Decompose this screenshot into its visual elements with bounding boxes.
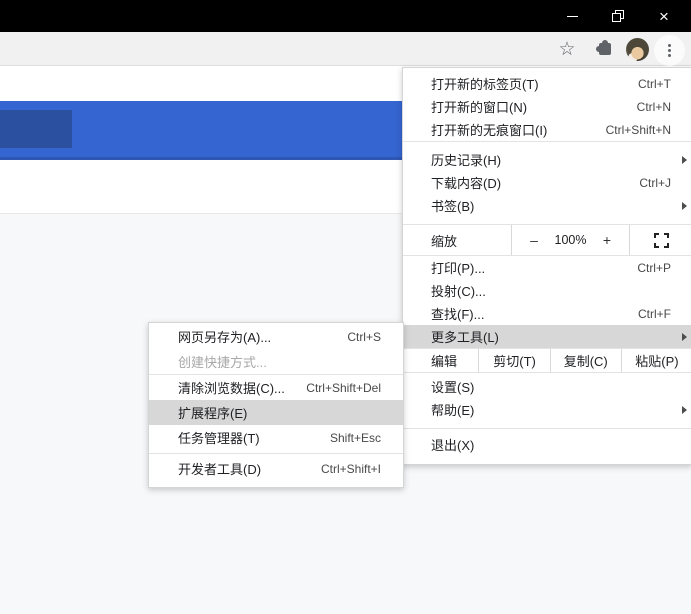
menu-item-label: 下载内容(D) bbox=[431, 176, 502, 191]
zoom-in-button[interactable]: + bbox=[599, 232, 615, 248]
menu-item-label: 打开新的标签页(T) bbox=[431, 77, 539, 92]
window-titlebar: × bbox=[0, 0, 691, 32]
fullscreen-icon bbox=[653, 232, 669, 248]
menu-item-print[interactable]: 打印(P)... Ctrl+P bbox=[403, 256, 691, 279]
menu-item-label: 退出(X) bbox=[431, 438, 475, 453]
menu-item-cast[interactable]: 投射(C)... bbox=[403, 279, 691, 302]
submenu-item-task-manager[interactable]: 任务管理器(T) Shift+Esc bbox=[149, 425, 403, 450]
menu-zoom-row: 缩放 – 100% + bbox=[403, 225, 691, 256]
close-icon: × bbox=[659, 6, 669, 26]
menu-item-shortcut: Ctrl+Shift+Del bbox=[306, 380, 381, 395]
browser-window: × ☆ 打开新的标签页(T) Ctrl+T 打开新的窗口(N) Ctrl+N 打… bbox=[0, 0, 691, 614]
menu-item-label: 创建快捷方式... bbox=[178, 355, 267, 370]
menu-item-shortcut: Ctrl+Shift+I bbox=[320, 461, 381, 476]
kebab-icon bbox=[668, 49, 671, 52]
restore-icon bbox=[612, 10, 624, 22]
menu-item-shortcut: Ctrl+P bbox=[637, 260, 671, 275]
menu-item-label: 打印(P)... bbox=[431, 261, 486, 276]
menu-item-shortcut: Ctrl+F bbox=[638, 306, 671, 321]
menu-item-label: 查找(F)... bbox=[431, 307, 485, 322]
menu-item-find[interactable]: 查找(F)... Ctrl+F bbox=[403, 302, 691, 325]
page-blue-banner bbox=[0, 101, 402, 160]
menu-item-label: 书签(B) bbox=[431, 199, 475, 214]
menu-item-settings[interactable]: 设置(S) bbox=[403, 375, 691, 398]
menu-item-label: 网页另存为(A)... bbox=[178, 330, 272, 345]
menu-item-label: 打开新的窗口(N) bbox=[431, 100, 528, 115]
menu-item-label: 任务管理器(T) bbox=[178, 431, 260, 446]
menu-item-new-window[interactable]: 打开新的窗口(N) Ctrl+N bbox=[403, 95, 691, 118]
submenu-arrow-icon bbox=[682, 405, 687, 414]
menu-item-history[interactable]: 历史记录(H) bbox=[403, 148, 691, 171]
menu-item-shortcut: Ctrl+S bbox=[347, 329, 381, 344]
menu-item-label: 清除浏览数据(C)... bbox=[178, 381, 285, 396]
close-button[interactable]: × bbox=[641, 0, 687, 32]
browser-toolbar bbox=[0, 32, 691, 66]
menu-kebab-button[interactable] bbox=[654, 35, 685, 66]
menu-item-label: 帮助(E) bbox=[431, 403, 475, 418]
menu-item-label: 设置(S) bbox=[431, 380, 475, 395]
menu-item-more-tools[interactable]: 更多工具(L) bbox=[403, 325, 691, 348]
more-tools-submenu: 网页另存为(A)... Ctrl+S 创建快捷方式... 清除浏览数据(C)..… bbox=[148, 322, 404, 488]
fullscreen-button[interactable] bbox=[629, 225, 691, 255]
menu-item-label: 扩展程序(E) bbox=[178, 406, 248, 421]
zoom-label: 缩放 bbox=[431, 233, 458, 249]
menu-item-shortcut: Shift+Esc bbox=[329, 430, 381, 445]
extensions-icon[interactable] bbox=[595, 39, 615, 59]
menu-item-downloads[interactable]: 下载内容(D) Ctrl+J bbox=[403, 171, 691, 194]
menu-edit-row: 编辑 剪切(T) 复制(C) 粘贴(P) bbox=[403, 349, 691, 372]
submenu-item-create-shortcut[interactable]: 创建快捷方式... bbox=[149, 349, 403, 374]
submenu-item-clear-browsing-data[interactable]: 清除浏览数据(C)... Ctrl+Shift+Del bbox=[149, 375, 403, 400]
cut-button[interactable]: 剪切(T) bbox=[478, 349, 549, 372]
submenu-item-save-page-as[interactable]: 网页另存为(A)... Ctrl+S bbox=[149, 324, 403, 349]
menu-item-label: 开发者工具(D) bbox=[178, 462, 262, 477]
copy-button[interactable]: 复制(C) bbox=[549, 349, 621, 372]
zoom-controls: – 100% + bbox=[511, 225, 629, 255]
menu-item-shortcut: Ctrl+J bbox=[639, 175, 671, 190]
menu-item-help[interactable]: 帮助(E) bbox=[403, 398, 691, 421]
submenu-arrow-icon bbox=[682, 155, 687, 164]
zoom-out-button[interactable]: – bbox=[526, 232, 542, 248]
menu-item-label: 历史记录(H) bbox=[431, 153, 502, 168]
menu-item-label: 更多工具(L) bbox=[431, 330, 499, 345]
chrome-menu: 打开新的标签页(T) Ctrl+T 打开新的窗口(N) Ctrl+N 打开新的无… bbox=[402, 67, 691, 465]
menu-item-label: 打开新的无痕窗口(I) bbox=[431, 123, 548, 138]
profile-avatar[interactable] bbox=[626, 38, 649, 61]
minimize-icon bbox=[566, 15, 578, 17]
submenu-item-extensions[interactable]: 扩展程序(E) bbox=[149, 400, 403, 425]
minimize-button[interactable] bbox=[549, 0, 595, 32]
page-blue-banner-block bbox=[0, 110, 72, 148]
zoom-level-value: 100% bbox=[554, 233, 587, 247]
restore-button[interactable] bbox=[595, 0, 641, 32]
submenu-arrow-icon bbox=[682, 201, 687, 210]
menu-item-label: 投射(C)... bbox=[431, 284, 486, 299]
menu-item-shortcut: Ctrl+T bbox=[638, 76, 671, 91]
menu-item-shortcut: Ctrl+Shift+N bbox=[605, 122, 671, 137]
menu-item-new-tab[interactable]: 打开新的标签页(T) Ctrl+T bbox=[403, 72, 691, 95]
menu-item-exit[interactable]: 退出(X) bbox=[403, 433, 691, 456]
extensions-icon-body bbox=[599, 43, 611, 55]
menu-separator bbox=[403, 141, 691, 142]
paste-button[interactable]: 粘贴(P) bbox=[620, 349, 691, 372]
menu-item-shortcut: Ctrl+N bbox=[636, 99, 671, 114]
menu-item-bookmarks[interactable]: 书签(B) bbox=[403, 194, 691, 217]
bookmark-star-icon[interactable]: ☆ bbox=[554, 36, 580, 62]
edit-label: 编辑 bbox=[431, 354, 458, 369]
menu-separator bbox=[149, 453, 403, 454]
submenu-item-developer-tools[interactable]: 开发者工具(D) Ctrl+Shift+I bbox=[149, 456, 403, 481]
submenu-arrow-icon bbox=[682, 332, 687, 341]
menu-item-incognito-window[interactable]: 打开新的无痕窗口(I) Ctrl+Shift+N bbox=[403, 118, 691, 141]
